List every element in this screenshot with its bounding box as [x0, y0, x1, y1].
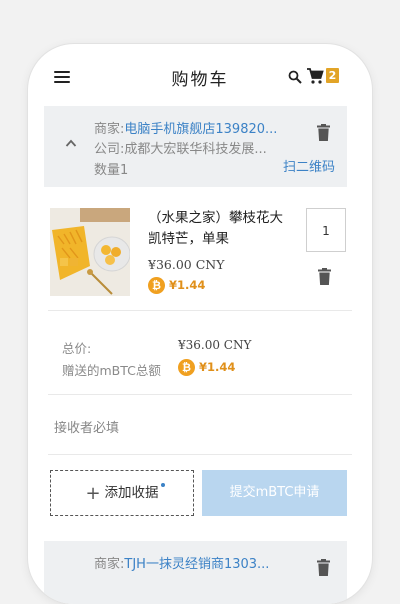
cart-icon[interactable] — [306, 67, 324, 85]
submit-mbtc-button[interactable]: 提交mBTC申请 — [202, 470, 347, 516]
add-receipt-button[interactable]: + 添加收据 — [50, 470, 194, 516]
shop-header: 商家:TJH一抹灵经销商1303... — [44, 541, 347, 604]
phone-frame: 购物车 2 商家:电脑手机旗舰店139820... 公司:成都大宏联华科技发展.… — [28, 44, 372, 604]
mbtc-total-value: ¥1.44 — [199, 360, 236, 374]
company-label: 公司: — [94, 142, 125, 157]
scan-qr-link[interactable]: 扫二维码 — [283, 156, 335, 175]
merchant-label: 商家: — [94, 122, 125, 137]
product-mbtc-value: ¥1.44 — [169, 278, 206, 292]
bitcoin-icon: ₿ — [148, 277, 165, 294]
product-price: ¥36.00 CNY — [148, 257, 225, 272]
divider — [48, 394, 352, 395]
product-image — [50, 208, 130, 296]
shop-header: 商家:电脑手机旗舰店139820... 公司:成都大宏联华科技发展... 数量1… — [44, 106, 347, 187]
product-name: （水果之家）攀枝花大凯特芒，单果 — [148, 210, 283, 247]
trash-icon[interactable] — [318, 268, 331, 285]
required-dot — [161, 483, 165, 487]
trash-icon[interactable] — [317, 124, 330, 141]
divider — [48, 454, 352, 455]
bitcoin-icon: ₿ — [178, 359, 195, 376]
receiver-input[interactable]: 接收者必填 — [54, 417, 119, 436]
add-receipt-label: 添加收据 — [104, 485, 159, 501]
top-bar: 购物车 2 — [28, 44, 372, 106]
mbtc-total: ₿ ¥1.44 — [178, 359, 235, 376]
search-icon[interactable] — [288, 70, 302, 84]
mbtc-total-label: 赠送的mBTC总额 — [62, 363, 161, 378]
trash-icon[interactable] — [317, 559, 330, 576]
total-value: ¥36.00 CNY — [178, 338, 252, 352]
quantity-input[interactable]: 1 — [306, 208, 346, 252]
company-line: 公司:成都大宏联华科技发展... — [94, 138, 267, 157]
total-label: 总价: — [62, 341, 92, 356]
merchant-label: 商家: — [94, 557, 125, 572]
merchant-link[interactable]: TJH一抹灵经销商1303... — [124, 557, 269, 572]
product-mbtc: ₿ ¥1.44 — [148, 277, 205, 294]
chevron-up-icon[interactable] — [65, 138, 77, 148]
cart-count-badge: 2 — [326, 68, 339, 83]
merchant-line: 商家:TJH一抹灵经销商1303... — [94, 553, 269, 572]
company-name: 成都大宏联华科技发展... — [124, 142, 267, 157]
merchant-line: 商家:电脑手机旗舰店139820... — [94, 118, 277, 137]
plus-icon: + — [85, 483, 101, 504]
quantity-text: 数量1 — [94, 163, 129, 178]
divider — [48, 310, 352, 311]
merchant-link[interactable]: 电脑手机旗舰店139820... — [124, 122, 277, 137]
